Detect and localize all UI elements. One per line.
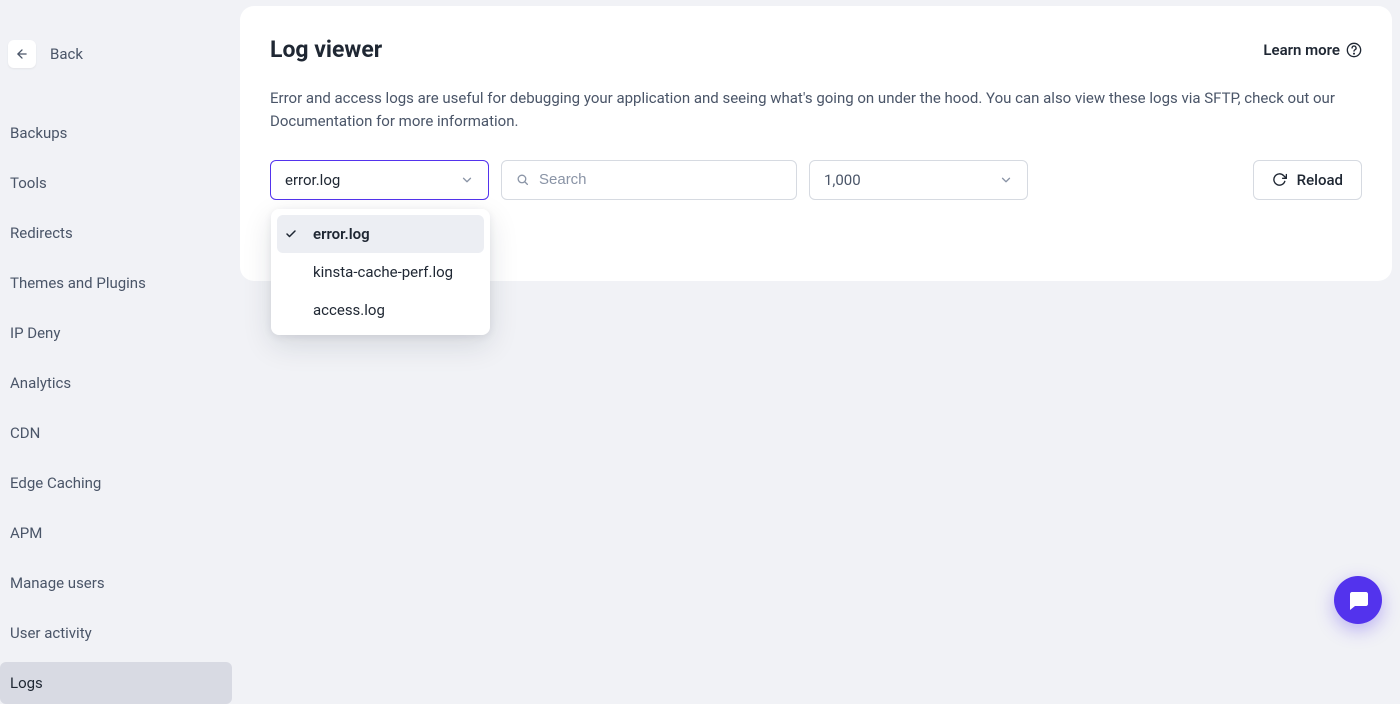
- learn-more-label: Learn more: [1263, 41, 1340, 59]
- chat-icon: [1346, 588, 1370, 612]
- description: Error and access logs are useful for deb…: [270, 87, 1340, 134]
- reload-label: Reload: [1297, 171, 1343, 189]
- content: Log viewer Learn more Error and access l…: [232, 0, 1400, 644]
- page-title: Log viewer: [270, 36, 382, 63]
- sidebar-item-themes-and-plugins[interactable]: Themes and Plugins: [0, 262, 232, 304]
- log-option-error-log[interactable]: error.log: [277, 215, 484, 253]
- log-file-value: error.log: [285, 171, 340, 189]
- lines-select[interactable]: 1,000: [809, 160, 1028, 200]
- chevron-down-icon: [999, 173, 1013, 187]
- sidebar-item-apm[interactable]: APM: [0, 512, 232, 554]
- learn-more-link[interactable]: Learn more: [1263, 41, 1362, 59]
- sidebar-item-cdn[interactable]: CDN: [0, 412, 232, 454]
- chevron-down-icon: [460, 173, 474, 187]
- sidebar-item-logs[interactable]: Logs: [0, 662, 232, 704]
- back-label: Back: [50, 45, 83, 63]
- sidebar-item-tools[interactable]: Tools: [0, 162, 232, 204]
- search-icon: [516, 173, 529, 186]
- reload-icon: [1272, 172, 1287, 187]
- log-option-access-log[interactable]: access.log: [277, 291, 484, 329]
- back-row: Back: [0, 40, 232, 112]
- sidebar-item-manage-users[interactable]: Manage users: [0, 562, 232, 604]
- chat-fab[interactable]: [1334, 576, 1382, 624]
- option-label: error.log: [309, 225, 370, 243]
- sidebar: Back Backups Tools Redirects Themes and Plu…: [0, 0, 232, 644]
- log-viewer-card: Log viewer Learn more Error and access l…: [240, 6, 1392, 281]
- sidebar-item-ip-deny[interactable]: IP Deny: [0, 312, 232, 354]
- log-file-dropdown: error.log kinsta-cache-perf.log access.log: [271, 209, 490, 335]
- reload-button[interactable]: Reload: [1253, 160, 1362, 200]
- help-icon: [1346, 42, 1362, 58]
- controls-row: error.log error.logkinsta-cache-perf.log…: [270, 160, 1362, 200]
- check-icon: [283, 228, 299, 240]
- log-file-select[interactable]: error.log error.logkinsta-cache-perf.log…: [270, 160, 489, 200]
- card-header: Log viewer Learn more: [270, 36, 1362, 63]
- lines-value: 1,000: [824, 171, 861, 189]
- option-label: access.log: [309, 301, 385, 319]
- option-label: kinsta-cache-perf.log: [309, 263, 453, 281]
- sidebar-item-analytics[interactable]: Analytics: [0, 362, 232, 404]
- search-input[interactable]: [539, 171, 782, 188]
- back-button[interactable]: [8, 40, 36, 68]
- arrow-left-icon: [15, 47, 29, 61]
- sidebar-item-user-activity[interactable]: User activity: [0, 612, 232, 654]
- sidebar-item-edge-caching[interactable]: Edge Caching: [0, 462, 232, 504]
- log-option-kinsta-cache-perf-log[interactable]: kinsta-cache-perf.log: [277, 253, 484, 291]
- sidebar-item-backups[interactable]: Backups: [0, 112, 232, 154]
- nav-list: Backups Tools Redirects Themes and Plugins I…: [0, 112, 232, 704]
- sidebar-item-redirects[interactable]: Redirects: [0, 212, 232, 254]
- search-field-wrapper: [501, 160, 797, 200]
